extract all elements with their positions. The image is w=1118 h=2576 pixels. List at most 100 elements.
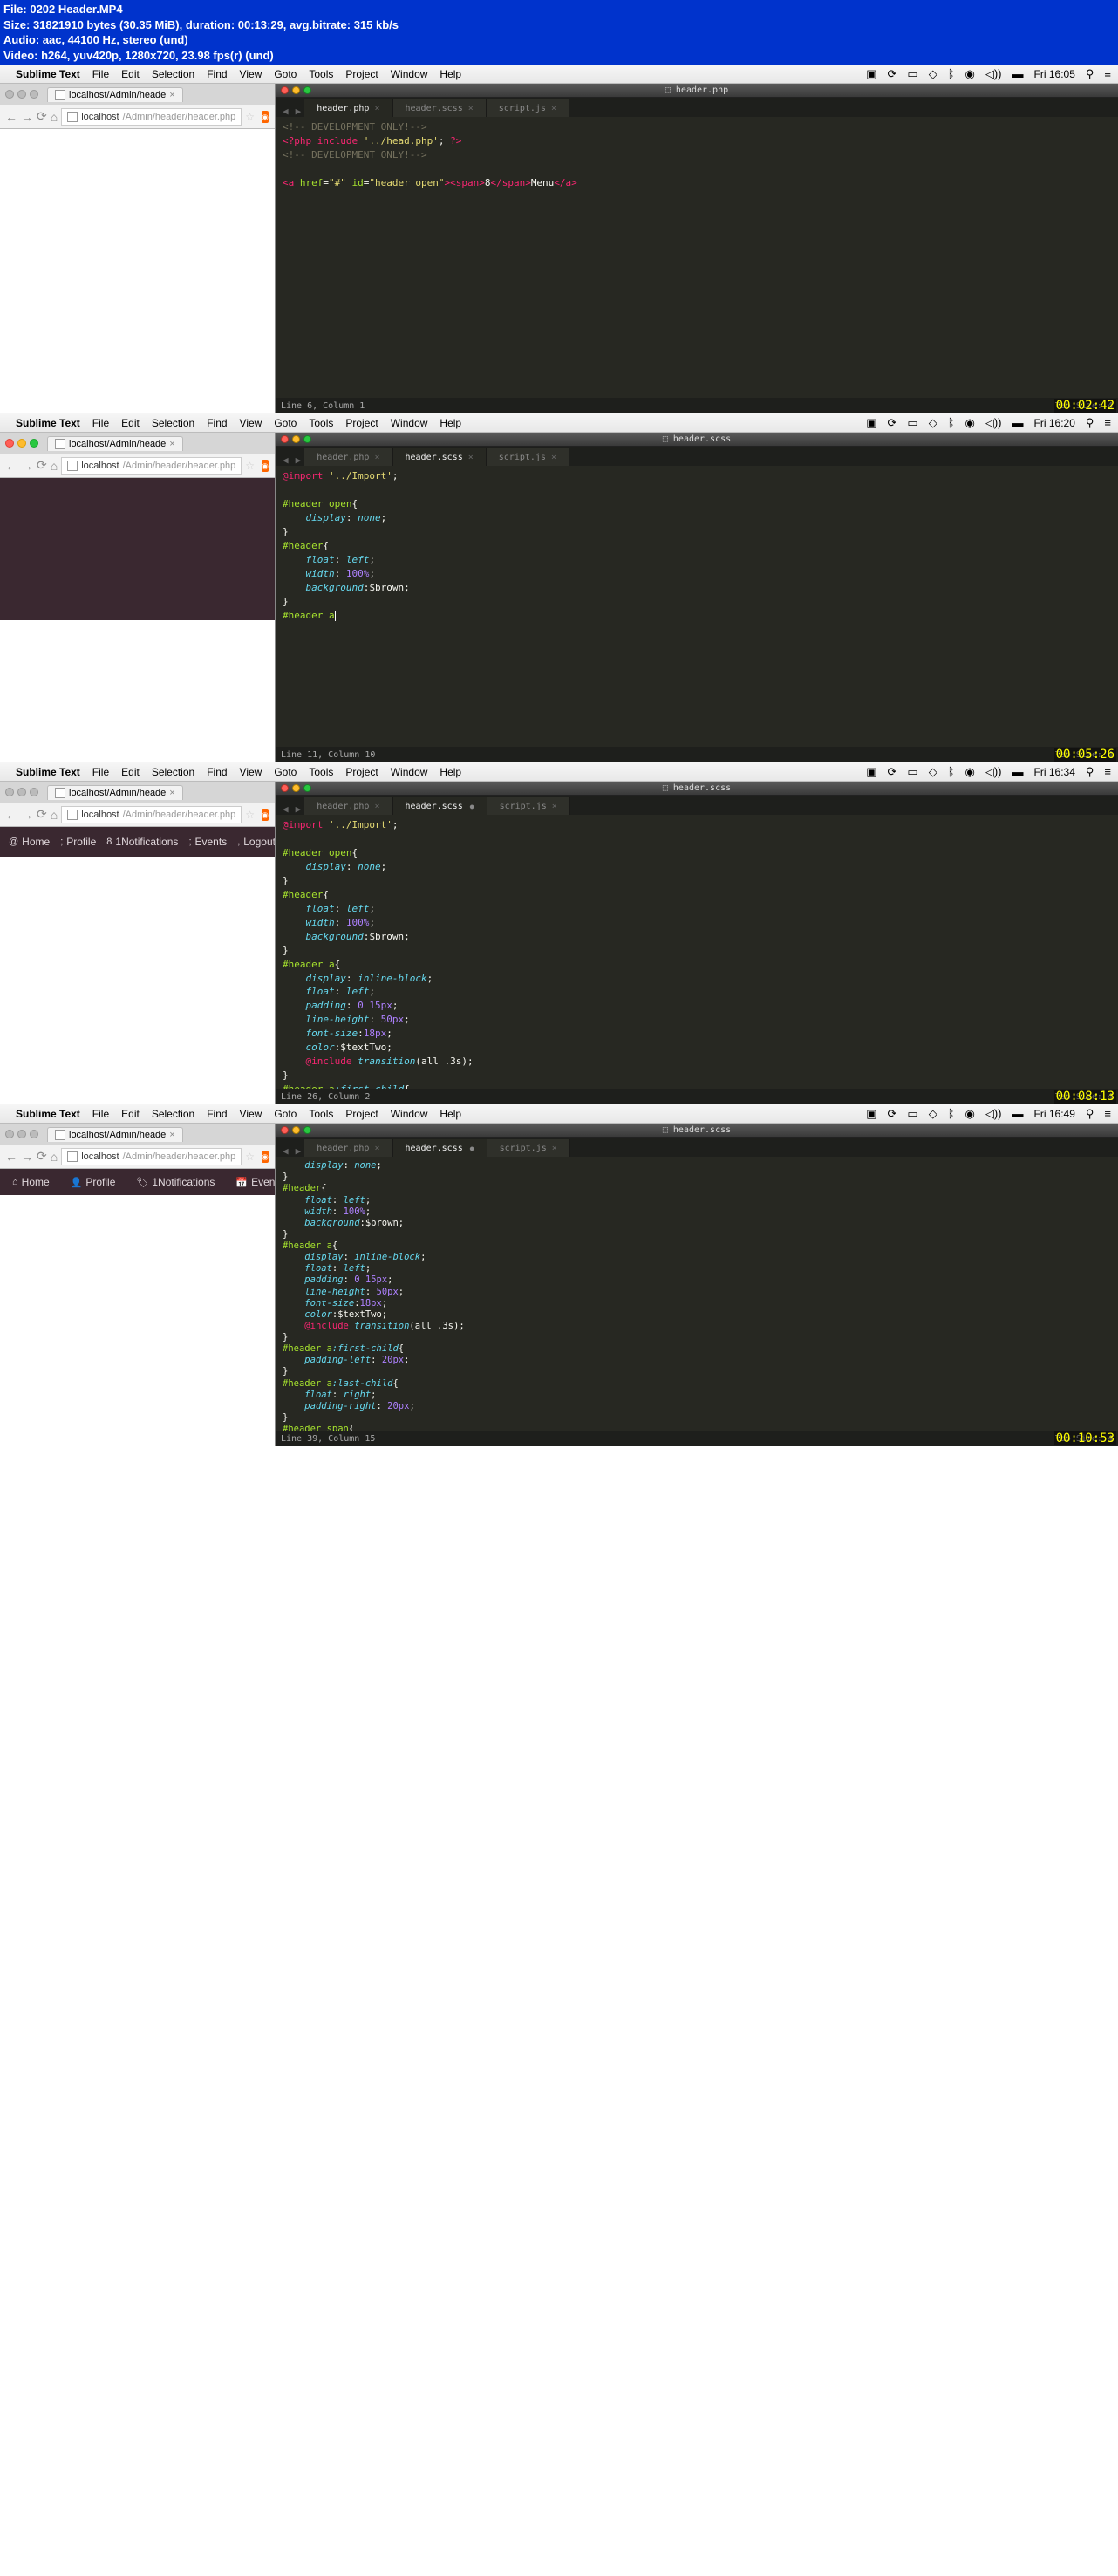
dropbox-icon[interactable]: ◇ bbox=[929, 1107, 937, 1121]
editor-body[interactable]: @import '../Import'; #header_open{ displ… bbox=[276, 815, 1118, 1089]
tab-nav-right-icon[interactable]: ▶ bbox=[292, 454, 305, 466]
menu-edit[interactable]: Edit bbox=[121, 1108, 140, 1120]
nav-profile[interactable]: 👤Profile bbox=[71, 1176, 116, 1188]
window-controls[interactable] bbox=[281, 435, 311, 443]
editor-tab[interactable]: header.scss× bbox=[393, 448, 487, 466]
app-name[interactable]: Sublime Text bbox=[16, 417, 80, 429]
home-button[interactable]: ⌂ bbox=[51, 808, 58, 822]
back-button[interactable]: ← bbox=[5, 459, 17, 473]
menu-view[interactable]: View bbox=[240, 766, 262, 778]
battery-icon[interactable]: ▬ bbox=[1012, 416, 1024, 429]
menu-tools[interactable]: Tools bbox=[309, 68, 333, 80]
menu-view[interactable]: View bbox=[240, 417, 262, 429]
menu-find[interactable]: Find bbox=[207, 417, 227, 429]
display-icon[interactable]: ▭ bbox=[907, 416, 917, 430]
wifi-icon[interactable]: ◉ bbox=[965, 416, 975, 430]
menu-selection[interactable]: Selection bbox=[152, 68, 194, 80]
ext-icon[interactable]: ◉ bbox=[262, 809, 269, 821]
tab-nav-left-icon[interactable]: ◀ bbox=[279, 454, 292, 466]
ext-icon[interactable]: ◉ bbox=[262, 460, 269, 472]
menu-tools[interactable]: Tools bbox=[309, 417, 333, 429]
editor-tab[interactable]: header.php× bbox=[304, 448, 392, 466]
bookmark-icon[interactable]: ☆ bbox=[245, 1151, 255, 1163]
menu-file[interactable]: File bbox=[92, 417, 109, 429]
menu-goto[interactable]: Goto bbox=[274, 766, 297, 778]
app-name[interactable]: Sublime Text bbox=[16, 68, 80, 80]
editor-body[interactable]: <!-- DEVELOPMENT ONLY!--> <?php include … bbox=[276, 117, 1118, 398]
close-icon[interactable]: × bbox=[374, 1144, 379, 1153]
forward-button[interactable]: → bbox=[21, 459, 33, 473]
battery-icon[interactable]: ▬ bbox=[1012, 765, 1024, 778]
camera-icon[interactable]: ▣ bbox=[866, 765, 876, 779]
reload-button[interactable]: ⟳ bbox=[37, 109, 47, 124]
menu-goto[interactable]: Goto bbox=[274, 417, 297, 429]
sync-icon[interactable]: ⟳ bbox=[888, 1107, 897, 1121]
menu-window[interactable]: Window bbox=[391, 1108, 428, 1120]
close-icon[interactable]: × bbox=[169, 439, 174, 449]
spotlight-icon[interactable]: ⚲ bbox=[1086, 67, 1094, 81]
browser-tab[interactable]: localhost/Admin/heade× bbox=[47, 1127, 183, 1142]
clock[interactable]: Fri 16:49 bbox=[1034, 1108, 1075, 1120]
menu-edit[interactable]: Edit bbox=[121, 417, 140, 429]
menu-project[interactable]: Project bbox=[345, 417, 378, 429]
close-icon[interactable]: × bbox=[552, 1144, 557, 1153]
volume-icon[interactable]: ◁)) bbox=[985, 765, 1002, 779]
clock[interactable]: Fri 16:20 bbox=[1034, 417, 1075, 429]
menu-icon[interactable]: ≡ bbox=[1104, 416, 1111, 429]
menu-selection[interactable]: Selection bbox=[152, 417, 194, 429]
tab-nav-left-icon[interactable]: ◀ bbox=[279, 803, 292, 815]
close-icon[interactable]: × bbox=[169, 1130, 174, 1140]
browser-tab[interactable]: localhost/Admin/heade × bbox=[47, 87, 183, 102]
menu-project[interactable]: Project bbox=[345, 68, 378, 80]
menu-help[interactable]: Help bbox=[440, 68, 461, 80]
close-icon[interactable]: × bbox=[468, 104, 474, 113]
tab-nav-right-icon[interactable]: ▶ bbox=[292, 803, 305, 815]
menu-edit[interactable]: Edit bbox=[121, 68, 140, 80]
browser-tab[interactable]: localhost/Admin/heade× bbox=[47, 785, 183, 800]
wifi-icon[interactable]: ◉ bbox=[965, 67, 975, 81]
close-icon[interactable]: × bbox=[374, 802, 379, 811]
menu-find[interactable]: Find bbox=[207, 766, 227, 778]
menu-edit[interactable]: Edit bbox=[121, 766, 140, 778]
bookmark-icon[interactable]: ☆ bbox=[245, 809, 255, 821]
menu-help[interactable]: Help bbox=[440, 417, 461, 429]
menu-tools[interactable]: Tools bbox=[309, 766, 333, 778]
ext-icon[interactable]: ◉ bbox=[262, 111, 269, 123]
close-icon[interactable]: × bbox=[551, 453, 556, 462]
reload-button[interactable]: ⟳ bbox=[37, 807, 47, 822]
bluetooth-icon[interactable]: ᛒ bbox=[948, 67, 955, 80]
clock[interactable]: Fri 16:05 bbox=[1034, 68, 1075, 80]
menu-goto[interactable]: Goto bbox=[274, 1108, 297, 1120]
forward-button[interactable]: → bbox=[21, 110, 33, 124]
tab-nav-right-icon[interactable]: ▶ bbox=[292, 106, 305, 117]
close-icon[interactable]: × bbox=[169, 788, 174, 798]
nav-notifications[interactable]: 81Notifications bbox=[106, 836, 178, 848]
menu-help[interactable]: Help bbox=[440, 1108, 461, 1120]
dropbox-icon[interactable]: ◇ bbox=[929, 765, 937, 779]
nav-logout[interactable]: ,Logout bbox=[237, 836, 275, 848]
editor-tab[interactable]: script.js× bbox=[487, 99, 569, 117]
battery-icon[interactable]: ▬ bbox=[1012, 67, 1024, 80]
bookmark-icon[interactable]: ☆ bbox=[245, 460, 255, 472]
window-controls[interactable] bbox=[5, 1130, 38, 1138]
sync-icon[interactable]: ⟳ bbox=[888, 67, 897, 81]
nav-home[interactable]: @Home bbox=[9, 836, 50, 848]
url-bar[interactable]: localhost/Admin/header/header.php bbox=[61, 806, 242, 823]
clock[interactable]: Fri 16:34 bbox=[1034, 766, 1075, 778]
menu-selection[interactable]: Selection bbox=[152, 766, 194, 778]
window-controls[interactable] bbox=[5, 788, 38, 796]
editor-tab[interactable]: header.php× bbox=[304, 99, 392, 117]
ext-icon[interactable]: ◉ bbox=[262, 1151, 269, 1163]
window-controls[interactable] bbox=[281, 1126, 311, 1134]
nav-home[interactable]: ⌂Home bbox=[3, 1176, 50, 1188]
editor-body[interactable]: display: none; } #header{ float: left; w… bbox=[276, 1157, 1118, 1431]
bluetooth-icon[interactable]: ᛒ bbox=[948, 765, 955, 778]
app-name[interactable]: Sublime Text bbox=[16, 766, 80, 778]
editor-tab[interactable]: header.scss× bbox=[393, 99, 487, 117]
menu-file[interactable]: File bbox=[92, 68, 109, 80]
nav-notifications[interactable]: 🏷1Notifications bbox=[136, 1176, 215, 1188]
menu-tools[interactable]: Tools bbox=[309, 1108, 333, 1120]
window-controls[interactable] bbox=[5, 90, 38, 99]
back-button[interactable]: ← bbox=[5, 1150, 17, 1164]
menu-find[interactable]: Find bbox=[207, 1108, 227, 1120]
